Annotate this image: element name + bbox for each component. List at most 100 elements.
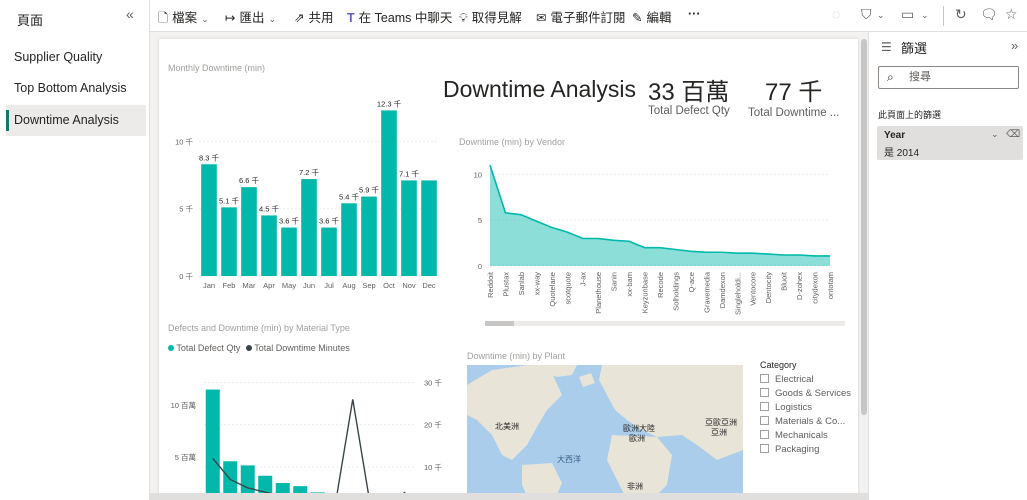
kpi-defect-qty-value[interactable]: 33 百萬: [648, 72, 729, 107]
x-tick-label: Jun: [303, 281, 315, 290]
x-tick-label: J-ax: [579, 272, 588, 286]
eraser-icon[interactable]: ⌫: [1006, 129, 1020, 140]
view-icon[interactable]: ▭: [901, 6, 914, 23]
y-tick-label: 0 千: [179, 271, 193, 281]
filters-title: 篩選: [901, 41, 928, 56]
x-tick-label: Dentocity: [764, 272, 773, 304]
export-menu[interactable]: ↦ 匯出 ⌄: [225, 7, 276, 26]
category-label: Packaging: [775, 444, 820, 455]
refresh-icon[interactable]: ↻: [955, 6, 967, 23]
subscribe-button[interactable]: ✉ 電子郵件訂閱: [536, 7, 626, 26]
pages-title: 頁面: [17, 13, 44, 28]
x-tick-label: Mar: [243, 281, 256, 290]
vendor-chart-title: Downtime (min) by Vendor: [459, 137, 566, 147]
page-item-downtime-analysis[interactable]: Downtime Analysis: [6, 105, 146, 136]
y-tick-label: 5: [478, 216, 482, 225]
legend-dot-icon: [245, 345, 252, 351]
y-tick-label-left: 5 百萬: [175, 452, 196, 462]
data-label: 4.5 千: [259, 203, 280, 213]
y-tick-label: 0: [478, 262, 482, 271]
data-label: 3.6 千: [279, 216, 300, 226]
x-tick-label: Oct: [383, 281, 396, 290]
scrollbar-thumb[interactable]: [485, 321, 514, 326]
checkbox[interactable]: [760, 388, 769, 397]
filters-section-label: 此頁面上的篩選: [878, 110, 942, 120]
filter-card-year[interactable]: Year 是 2014 ⌄ ⌫: [877, 126, 1023, 160]
material-combo-chart[interactable]: 5 百萬 10 百萬 10 千 20 千 30 千: [159, 354, 449, 500]
insights-label: 取得見解: [471, 11, 522, 25]
x-tick-label: Singleholdi...: [733, 272, 742, 315]
x-tick-label: ontotam: [826, 272, 835, 299]
legend-item-downtime-minutes[interactable]: Total Downtime Minutes: [254, 343, 350, 353]
file-menu[interactable]: 🗋 檔案 ⌄: [158, 7, 209, 30]
category-slicer-title: Category: [760, 360, 797, 370]
checkbox[interactable]: [760, 374, 769, 383]
share-button[interactable]: ⇗ 共用: [294, 7, 334, 26]
page-item-supplier-quality[interactable]: Supplier Quality: [6, 42, 146, 73]
bar-aug: [341, 203, 357, 276]
monthly-chart-title: Monthly Downtime (min): [168, 63, 266, 73]
bar-mar: [241, 187, 257, 276]
teams-label: 在 Teams 中聊天: [358, 11, 453, 25]
category-item-packaging[interactable]: Packaging: [760, 444, 819, 455]
legend-item-defect-qty[interactable]: Total Defect Qty: [176, 343, 240, 353]
y-tick-label-right: 20 千: [424, 420, 442, 430]
filter-icon: ☰: [881, 40, 892, 54]
horizontal-scrollbar[interactable]: [485, 321, 845, 326]
x-tick-label: Quotelane: [548, 272, 557, 307]
checkbox[interactable]: [760, 430, 769, 439]
category-item-materials[interactable]: Materials & Co...: [760, 416, 845, 427]
kpi-downtime-value[interactable]: 77 千: [765, 72, 822, 107]
checkbox[interactable]: [760, 444, 769, 453]
share-label: 共用: [308, 11, 334, 25]
checkbox[interactable]: [760, 416, 769, 425]
double-chevron-right-icon[interactable]: »: [1011, 38, 1018, 53]
category-item-mechanicals[interactable]: Mechanicals: [760, 430, 828, 441]
category-label: Materials & Co...: [775, 416, 846, 427]
canvas-vertical-scrollbar[interactable]: [861, 39, 867, 415]
kpi-defect-qty-label: Total Defect Qty: [648, 105, 730, 117]
data-label: 6.6 千: [239, 175, 260, 185]
comment-icon[interactable]: 🗨︎: [980, 6, 998, 23]
chevron-down-icon[interactable]: ⌄: [877, 10, 885, 21]
x-tick-label: Apr: [263, 281, 275, 290]
bar-jan: [201, 164, 217, 276]
monthly-downtime-chart[interactable]: 0 千 5 千 10 千 8.3 千 Jan 5.1 千 Feb 6.6 千 Mar 4.5 千 A…: [159, 77, 444, 299]
insights-button[interactable]: 💡︎ 取得見解: [459, 7, 522, 26]
data-label: 3.6 千: [319, 216, 340, 226]
filter-card-value: 是 2014: [884, 148, 920, 159]
x-tick-label: Keyzunbase: [641, 272, 650, 313]
category-item-electrical[interactable]: Electrical: [760, 374, 814, 385]
bookmark-icon[interactable]: ⛉: [861, 6, 872, 23]
app-window: 頁面 « Supplier Quality Top Bottom Analysi…: [0, 0, 1027, 500]
category-item-goods-services[interactable]: Goods & Services: [760, 388, 851, 399]
category-item-logistics[interactable]: Logistics: [760, 402, 812, 413]
x-tick-label: Jul: [324, 281, 334, 290]
vendor-downtime-chart[interactable]: 0 5 10 Reddoit Plustax Sanlab xx-way Quotelane s…: [454, 154, 849, 334]
refresh-visuals-icon[interactable]: ◌: [832, 6, 840, 22]
chevron-down-icon[interactable]: ⌄: [991, 129, 999, 140]
checkbox[interactable]: [760, 402, 769, 411]
more-options-button[interactable]: ···: [688, 7, 701, 21]
area-fill: [490, 165, 830, 266]
category-label: Mechanicals: [775, 430, 828, 441]
filter-search-input[interactable]: ⌕ 搜尋: [878, 66, 1019, 89]
x-tick-label: Ventocore: [749, 272, 758, 306]
edit-label: 編輯: [646, 11, 672, 25]
category-label: Electrical: [775, 374, 814, 385]
chevron-down-icon[interactable]: ⌄: [921, 10, 929, 21]
edit-button[interactable]: ✎ 編輯: [632, 7, 672, 26]
x-tick-label: Plustax: [501, 272, 510, 297]
plant-map[interactable]: 北美洲 大西洋 歐洲大陸 歐洲 亞歐亞洲 亞洲 非洲: [467, 365, 743, 500]
x-tick-label: Recode: [656, 272, 665, 298]
data-label: 5.1 千: [219, 195, 240, 205]
teams-chat-button[interactable]: T在 Teams 中聊天: [347, 7, 452, 26]
double-chevron-left-icon[interactable]: «: [126, 6, 134, 22]
bar-feb: [221, 207, 237, 276]
page-item-top-bottom-analysis[interactable]: Top Bottom Analysis: [6, 73, 146, 104]
x-tick-label: citydexon: [811, 272, 820, 304]
favorite-star-icon[interactable]: ☆: [1005, 6, 1018, 23]
x-tick-label: Bluoit: [780, 271, 789, 291]
bar-dec: [421, 180, 437, 276]
teams-icon: T: [347, 11, 355, 25]
